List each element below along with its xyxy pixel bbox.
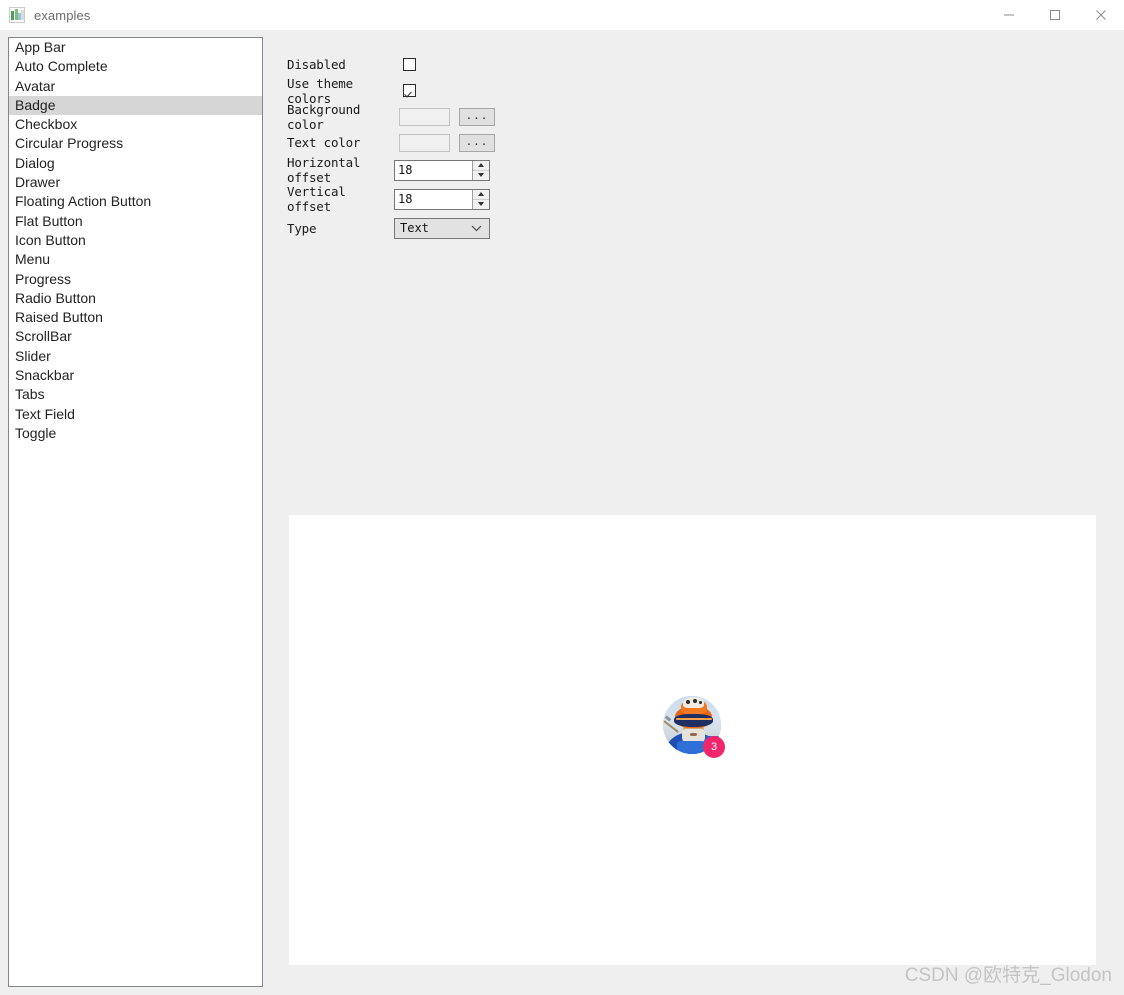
sidebar-item-checkbox[interactable]: Checkbox	[9, 115, 262, 134]
text-color-field	[399, 133, 450, 152]
sidebar-item-slider[interactable]: Slider	[9, 347, 262, 366]
window-title: examples	[34, 7, 91, 23]
badge-component[interactable]: 3	[663, 696, 725, 758]
sidebar-item-avatar[interactable]: Avatar	[9, 77, 262, 96]
sidebar-item-icon-button[interactable]: Icon Button	[9, 231, 262, 250]
minimize-icon	[1004, 14, 1014, 16]
vertical-offset-value[interactable]: 18	[395, 190, 472, 209]
app-image-icon	[9, 7, 25, 23]
type-select[interactable]: Text	[394, 217, 490, 239]
property-form: Disabled Use theme colors Background col…	[287, 55, 517, 246]
sidebar-item-auto-complete[interactable]: Auto Complete	[9, 57, 262, 76]
sidebar-item-circular-progress[interactable]: Circular Progress	[9, 134, 262, 153]
chevron-down-icon	[478, 202, 484, 206]
vertical-offset-label: Vertical offset	[287, 184, 346, 214]
chevron-up-icon	[478, 192, 484, 196]
horizontal-offset-value[interactable]: 18	[395, 161, 472, 180]
preview-panel: 3	[289, 515, 1096, 965]
vertical-offset-decrement-button[interactable]	[473, 198, 489, 209]
maximize-button[interactable]	[1032, 0, 1078, 30]
type-label: Type	[287, 220, 317, 236]
sidebar-item-snackbar[interactable]: Snackbar	[9, 366, 262, 385]
row-text-color: Text color ...	[287, 133, 517, 152]
background-color-picker-button: ...	[459, 107, 495, 126]
sidebar-item-raised-button[interactable]: Raised Button	[9, 308, 262, 327]
window-controls	[986, 0, 1124, 30]
sidebar-item-radio-button[interactable]: Radio Button	[9, 289, 262, 308]
chevron-down-icon	[478, 173, 484, 177]
background-color-label: Background color	[287, 101, 361, 132]
vertical-offset-increment-button[interactable]	[473, 190, 489, 199]
row-use-theme-colors: Use theme colors	[287, 76, 517, 106]
text-color-picker-button: ...	[459, 133, 495, 152]
sidebar-item-floating-action-button[interactable]: Floating Action Button	[9, 192, 262, 211]
app-body: App Bar Auto Complete Avatar Badge Check…	[0, 30, 1124, 995]
horizontal-offset-spin-buttons[interactable]	[472, 160, 489, 180]
type-selected-value: Text	[400, 221, 429, 235]
sidebar-item-tabs[interactable]: Tabs	[9, 385, 262, 404]
vertical-offset-spin-buttons[interactable]	[472, 189, 489, 209]
row-type: Type Text	[287, 217, 517, 239]
disabled-label: Disabled	[287, 57, 346, 72]
text-color-label: Text color	[287, 135, 361, 150]
horizontal-offset-label: Horizontal offset	[287, 155, 361, 185]
horizontal-offset-increment-button[interactable]	[473, 161, 489, 170]
horizontal-offset-decrement-button[interactable]	[473, 169, 489, 180]
row-background-color: Background color ...	[287, 102, 517, 132]
close-button[interactable]	[1078, 0, 1124, 30]
use-theme-colors-checkbox[interactable]	[403, 84, 416, 97]
row-vertical-offset: Vertical offset 18	[287, 184, 517, 214]
close-icon	[1096, 10, 1106, 20]
badge-count: 3	[703, 736, 725, 758]
sidebar-item-dialog[interactable]: Dialog	[9, 154, 262, 173]
sidebar-item-menu[interactable]: Menu	[9, 250, 262, 269]
watermark: CSDN @欧特克_Glodon	[904, 965, 1112, 986]
disabled-checkbox[interactable]	[403, 58, 416, 71]
sidebar-item-app-bar[interactable]: App Bar	[9, 38, 262, 57]
sidebar-item-progress[interactable]: Progress	[9, 270, 262, 289]
maximize-icon	[1050, 10, 1060, 20]
sidebar-item-toggle[interactable]: Toggle	[9, 424, 262, 443]
chevron-up-icon	[478, 163, 484, 167]
sidebar-item-flat-button[interactable]: Flat Button	[9, 212, 262, 231]
chevron-down-icon	[471, 225, 482, 231]
sidebar-item-badge[interactable]: Badge	[9, 95, 262, 116]
sidebar-item-text-field[interactable]: Text Field	[9, 405, 262, 424]
vertical-offset-stepper[interactable]: 18	[394, 188, 490, 210]
sidebar-item-drawer[interactable]: Drawer	[9, 173, 262, 192]
background-color-field	[399, 107, 450, 126]
row-horizontal-offset: Horizontal offset 18	[287, 155, 517, 185]
row-disabled: Disabled	[287, 55, 517, 74]
examples-list[interactable]: App Bar Auto Complete Avatar Badge Check…	[8, 37, 263, 987]
minimize-button[interactable]	[986, 0, 1032, 30]
title-bar: examples	[0, 0, 1124, 30]
sidebar-item-scrollbar[interactable]: ScrollBar	[9, 327, 262, 346]
horizontal-offset-stepper[interactable]: 18	[394, 159, 490, 181]
